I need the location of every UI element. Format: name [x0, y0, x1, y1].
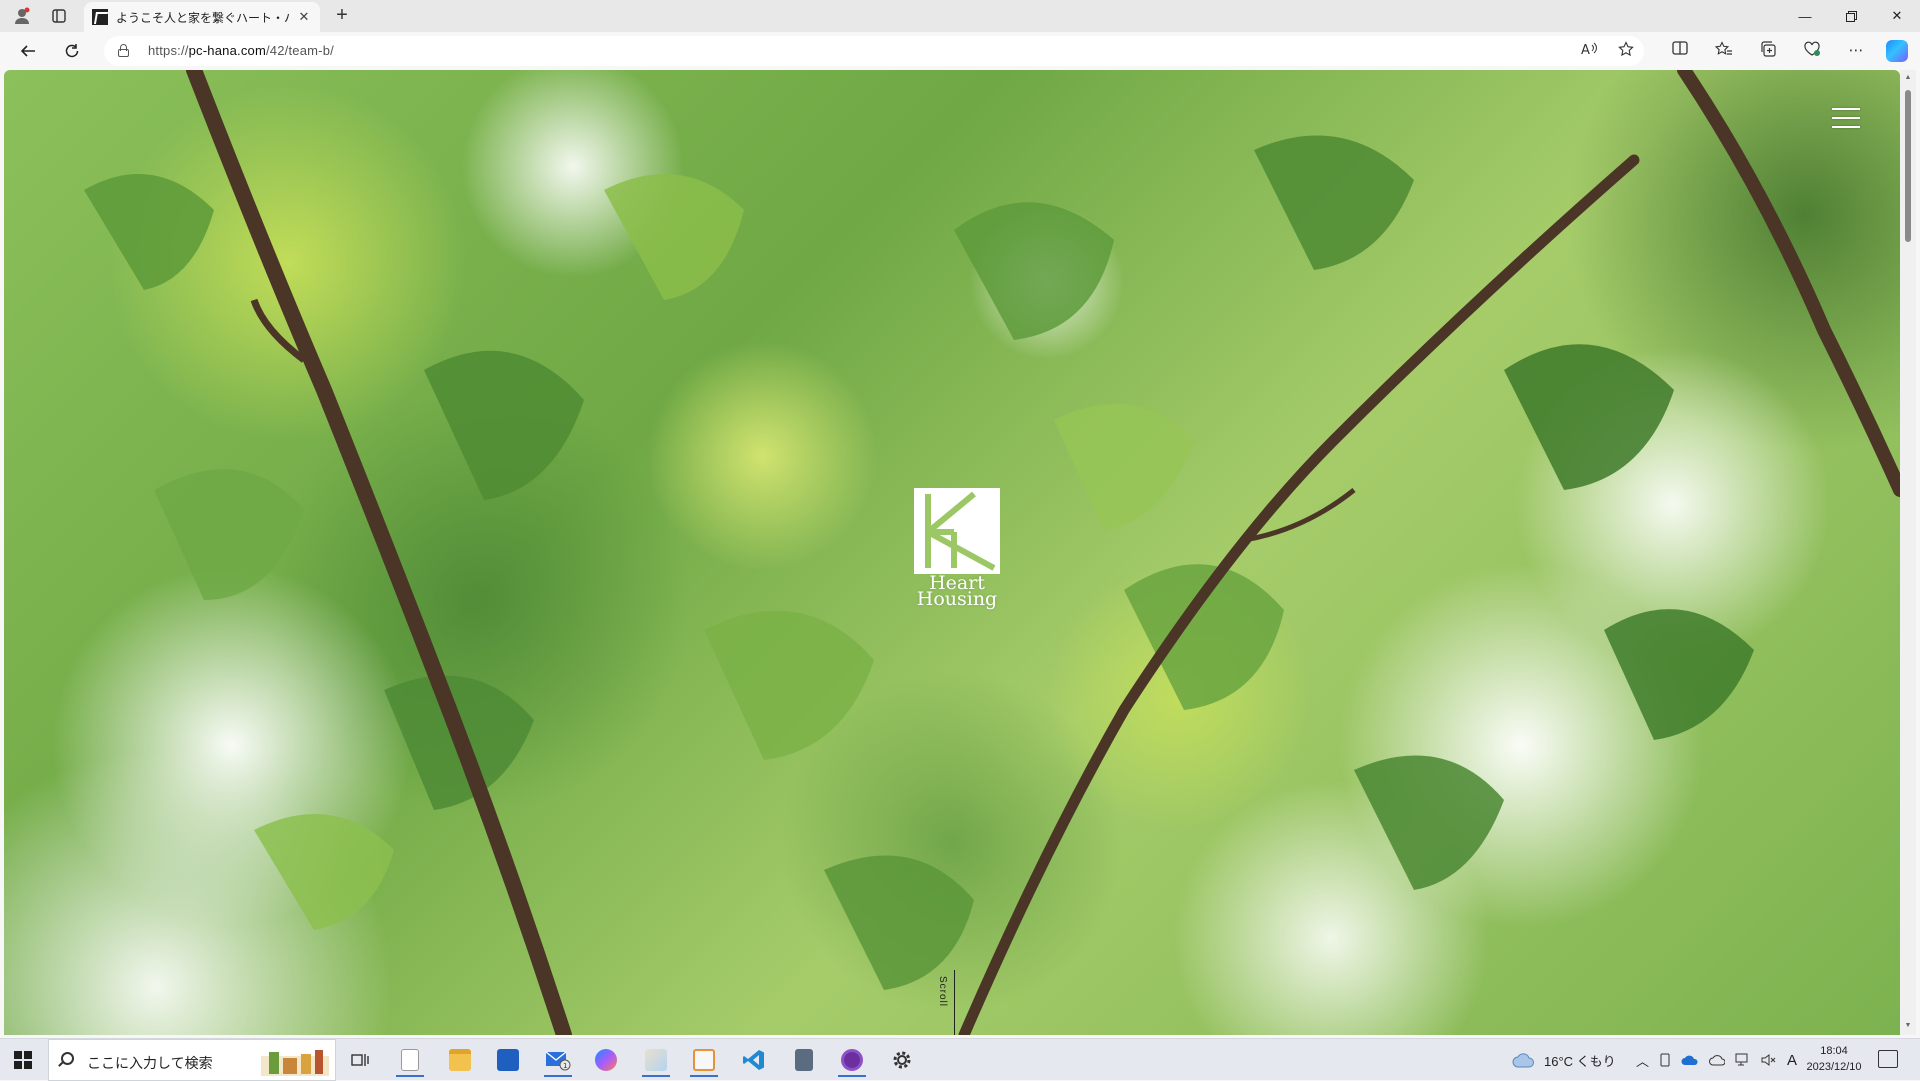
url-text[interactable]: https://pc-hana.com/42/team-b/ — [148, 43, 334, 58]
mail-app-icon[interactable]: 1 — [538, 1043, 578, 1077]
minimize-button[interactable]: — — [1782, 0, 1828, 32]
file-explorer-icon[interactable] — [440, 1043, 480, 1077]
hero-background-image: Heart Housing Scroll — [4, 70, 1900, 1035]
windows-start-icon[interactable] — [14, 1051, 32, 1069]
clock-date: 2023/12/10 — [1806, 1061, 1862, 1073]
refresh-button[interactable] — [58, 37, 86, 65]
photos-app-icon[interactable] — [684, 1043, 724, 1077]
profile-icon[interactable] — [10, 4, 34, 28]
address-bar[interactable]: https://pc-hana.com/42/team-b/ A — [104, 36, 1644, 66]
notepad-app-icon[interactable] — [390, 1043, 430, 1077]
lock-icon[interactable] — [118, 44, 129, 57]
favorite-star-icon[interactable] — [1616, 41, 1636, 61]
tab-close-icon[interactable]: ✕ — [296, 9, 312, 25]
vscode-icon[interactable] — [734, 1043, 774, 1077]
close-window-button[interactable]: ✕ — [1874, 0, 1920, 32]
scroll-label: Scroll — [937, 976, 948, 1008]
browser-essentials-icon[interactable] — [1802, 41, 1822, 61]
clock-time: 18:04 — [1820, 1045, 1848, 1057]
system-tray-icons: ︿ A — [1636, 1039, 1797, 1081]
web-viewport: Heart Housing Scroll — [4, 70, 1900, 1035]
windows-taskbar: ここに入力して検索 1 16°C くもり ︿ A 18:04 2023/12/1… — [0, 1038, 1920, 1081]
taskbar-search-box[interactable]: ここに入力して検索 — [48, 1039, 336, 1081]
more-options-icon[interactable]: ⋯ — [1846, 41, 1866, 61]
svg-text:A: A — [1581, 43, 1590, 57]
show-hidden-icons-icon[interactable]: ︿ — [1636, 1051, 1649, 1070]
onedrive-personal-icon[interactable] — [1709, 1054, 1726, 1066]
tab-active[interactable]: ようこそ人と家を繋ぐハート・ハウジング ✕ — [84, 2, 320, 32]
scroll-down-icon[interactable]: ▼ — [1904, 1022, 1912, 1030]
calculator-icon[interactable] — [784, 1043, 824, 1077]
logo-text-line2: Housing — [916, 588, 998, 610]
weather-widget[interactable]: 16°C くもり — [1512, 1039, 1616, 1081]
page-scrollbar[interactable]: ▲ ▼ — [1900, 70, 1916, 1035]
read-aloud-icon[interactable]: A — [1580, 41, 1600, 61]
logo-mark-icon — [914, 488, 1000, 574]
copilot-icon[interactable] — [1886, 40, 1908, 62]
browser-toolbar: https://pc-hana.com/42/team-b/ A ⋯ — [0, 32, 1920, 70]
purple-app-icon[interactable] — [832, 1043, 872, 1077]
weather-text: 16°C くもり — [1544, 1053, 1616, 1069]
tab-title: ようこそ人と家を繋ぐハート・ハウジング — [116, 10, 290, 25]
favorites-icon[interactable] — [1714, 41, 1734, 61]
task-view-icon[interactable] — [340, 1043, 380, 1077]
split-screen-icon[interactable] — [1670, 41, 1690, 61]
paint-app-icon[interactable] — [636, 1043, 676, 1077]
notification-center-icon[interactable] — [1878, 1050, 1898, 1068]
network-icon[interactable] — [1735, 1053, 1751, 1067]
cloud-icon — [1512, 1053, 1534, 1068]
search-placeholder: ここに入力して検索 — [87, 1055, 213, 1071]
search-highlight-image — [261, 1050, 329, 1076]
scrollbar-thumb[interactable] — [1905, 90, 1911, 242]
tab-actions-icon[interactable] — [47, 4, 71, 28]
hamburger-menu-button[interactable] — [1830, 106, 1862, 130]
scroll-up-icon[interactable]: ▲ — [1904, 74, 1912, 82]
search-icon — [61, 1052, 74, 1065]
heart-housing-logo[interactable]: Heart Housing — [914, 488, 1000, 610]
scroll-indicator[interactable]: Scroll — [934, 970, 964, 1035]
onedrive-icon[interactable] — [1681, 1054, 1699, 1066]
ime-indicator[interactable]: A — [1787, 1052, 1797, 1069]
back-button[interactable] — [14, 37, 42, 65]
system-clock[interactable]: 18:04 2023/12/10 — [1798, 1043, 1870, 1075]
device-icon[interactable] — [1659, 1053, 1671, 1067]
collections-icon[interactable] — [1758, 41, 1778, 61]
settings-gear-icon[interactable] — [882, 1043, 922, 1077]
new-tab-button[interactable]: + — [330, 4, 354, 28]
site-favicon-icon — [92, 9, 108, 25]
scroll-line — [954, 970, 955, 1035]
volume-muted-icon[interactable] — [1761, 1053, 1777, 1067]
microsoft-store-icon[interactable] — [488, 1043, 528, 1077]
copilot-app-icon[interactable] — [586, 1043, 626, 1077]
svg-text:1: 1 — [563, 1062, 567, 1070]
browser-titlebar: ようこそ人と家を繋ぐハート・ハウジング ✕ + — ✕ — [0, 0, 1920, 32]
restore-button[interactable] — [1828, 0, 1874, 32]
